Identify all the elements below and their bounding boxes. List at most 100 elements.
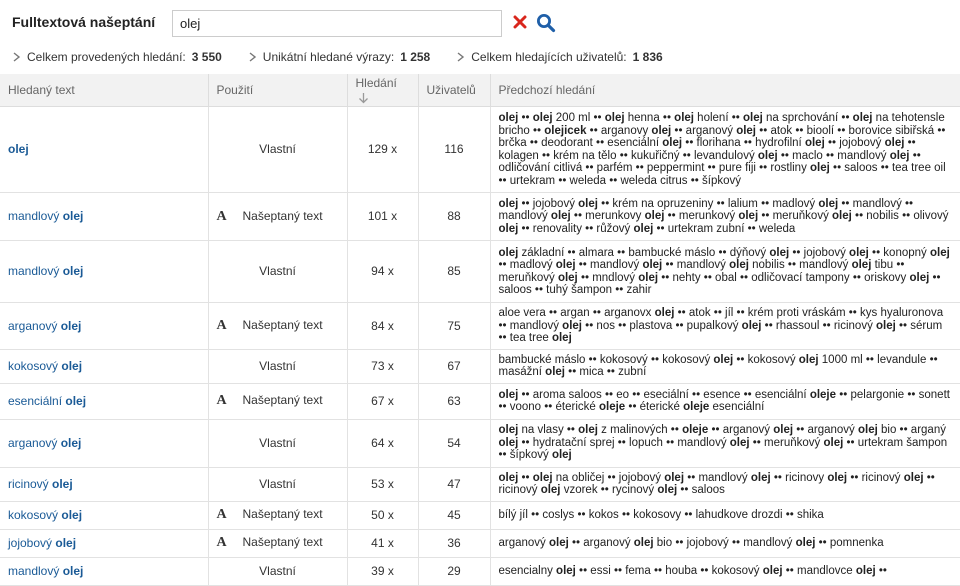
- previous-search-match: olej: [909, 271, 930, 284]
- table-row[interactable]: ricinový olej Vlastní 53 x 47 olej •• olej n…: [0, 467, 960, 502]
- clear-search-icon[interactable]: [513, 15, 527, 29]
- search-text-prefix: arganový: [8, 435, 61, 450]
- search-text-cell[interactable]: mandlový olej: [0, 192, 209, 241]
- table-row[interactable]: olej Vlastní 129 x 116 olej •• olej 200 ml •…: [0, 106, 960, 193]
- previous-search-match: olej: [498, 471, 519, 484]
- previous-search-match: olej: [798, 353, 819, 366]
- search-text-prefix: ricinový: [8, 476, 53, 491]
- search-text-cell[interactable]: jojobový olej: [0, 529, 209, 558]
- search-text-prefix: kokosový: [8, 507, 62, 522]
- user-count-cell: 45: [418, 501, 491, 530]
- table-row[interactable]: jojobový olej A Našeptaný text 41 x 36 argano…: [0, 529, 960, 558]
- previous-search-text: •• jojobový: [518, 197, 579, 210]
- previous-search-text: •• mndlový: [577, 271, 639, 284]
- previous-search-text: •• kokosový: [733, 353, 799, 366]
- previous-search-text: •• mandlový: [575, 259, 643, 271]
- sort-desc-icon: [358, 92, 368, 104]
- previous-search-text: •• meruňkový: [749, 436, 824, 449]
- search-text-cell[interactable]: kokosový olej: [0, 349, 209, 384]
- search-text-prefix: mandlový: [8, 563, 63, 578]
- search-text-match: olej: [65, 393, 87, 408]
- search-input[interactable]: [172, 10, 502, 37]
- column-header-use[interactable]: Použití: [208, 74, 348, 107]
- previous-search-text: •• mandlový: [684, 471, 751, 484]
- usage-cell: A Našeptaný text: [208, 383, 348, 420]
- search-text-cell[interactable]: mandlový olej: [0, 240, 209, 303]
- previous-search-match: olej: [762, 564, 783, 577]
- previous-search-match: olej: [498, 388, 519, 401]
- previous-search-match: olej: [550, 210, 571, 223]
- header: Fulltextová našeptání Celkem provedených…: [0, 0, 960, 72]
- column-header-users[interactable]: Uživatelů: [418, 74, 491, 107]
- usage-cell: A Našeptaný text: [208, 192, 348, 241]
- column-header-count-label: Hledání: [355, 76, 397, 90]
- usage-cell: Vlastní: [208, 349, 348, 384]
- stat-label: Unikátní hledané výrazy:: [262, 50, 395, 64]
- search-count-cell: 67 x: [347, 383, 419, 420]
- previous-search-match: olej: [532, 112, 553, 124]
- table-row[interactable]: mandlový olej Vlastní 94 x 85 olej základní …: [0, 240, 960, 303]
- chevron-right-icon: [457, 52, 465, 62]
- previous-search-match: olej: [849, 246, 869, 259]
- search-count-cell: 41 x: [347, 529, 419, 558]
- previous-search-text: •• nehty •• obal •• odličovací tampony •…: [658, 271, 910, 284]
- previous-search-text: •• arganový: [708, 424, 774, 437]
- column-header-text[interactable]: Hledaný text: [0, 74, 209, 107]
- table-row[interactable]: kokosový olej Vlastní 73 x 67 bambucké máslo…: [0, 349, 960, 384]
- usage-cell: A Našeptaný text: [208, 501, 348, 530]
- search-count-cell: 101 x: [347, 192, 419, 241]
- table-row[interactable]: arganový olej Vlastní 64 x 54 olej na vlasy …: [0, 419, 960, 468]
- search-text-cell[interactable]: esenciální olej: [0, 383, 209, 420]
- previous-search-match: olej: [657, 484, 678, 496]
- table-row[interactable]: esenciální olej A Našeptaný text 67 x 63 olej…: [0, 383, 960, 420]
- search-text-cell[interactable]: kokosový olej: [0, 501, 209, 530]
- search-icon[interactable]: [536, 13, 556, 33]
- previous-search-text: 200 ml ••: [552, 112, 605, 124]
- previous-search-text: bio •• arganý: [877, 424, 946, 437]
- table-row[interactable]: mandlový olej A Našeptaný text 101 x 88 olej …: [0, 192, 960, 241]
- previous-search-text: •• essi •• fema •• houba •• kokosový: [575, 564, 763, 577]
- previous-search-text: •• merunkovy: [570, 210, 645, 223]
- previous-searches-cell: aloe vera •• argan •• arganovx olej •• a…: [490, 302, 960, 350]
- previous-search-text: •• urtekram zubní •• weleda: [653, 222, 796, 235]
- previous-search-text: z malinových ••: [597, 424, 683, 437]
- search-text-cell[interactable]: arganový olej: [0, 302, 209, 350]
- search-text-cell[interactable]: mandlový olej: [0, 557, 209, 586]
- usage-cell: Vlastní: [208, 106, 348, 193]
- search-text-cell[interactable]: ricinový olej: [0, 467, 209, 502]
- stats-bar: Celkem provedených hledání: 3 550 Unikát…: [12, 48, 663, 66]
- previous-search-text: na sprchování ••: [762, 112, 853, 124]
- previous-searches-cell: olej na vlasy •• olej z malinových •• ol…: [490, 419, 960, 468]
- previous-searches-cell: olej •• olej na obličej •• jojobový olej…: [490, 467, 960, 502]
- previous-search-match: olej: [555, 259, 576, 271]
- column-header-count[interactable]: Hledání: [347, 74, 419, 107]
- previous-search-match: olej: [664, 471, 685, 484]
- search-text-prefix: esenciální: [8, 393, 66, 408]
- previous-search-text: aloe vera •• argan •• arganovx: [498, 307, 655, 319]
- previous-search-match: olej: [903, 471, 924, 484]
- previous-searches-cell: olej •• jojobový olej •• krém na opruzen…: [490, 192, 960, 241]
- previous-search-match: olej: [654, 307, 675, 319]
- previous-search-text: bambucké máslo •• kokosový •• kokosový: [498, 353, 714, 366]
- search-text-prefix: jojobový: [8, 535, 56, 550]
- search-text-cell[interactable]: arganový olej: [0, 419, 209, 468]
- usage-cell: Vlastní: [208, 419, 348, 468]
- previous-search-text: •• mandlový: [662, 259, 730, 271]
- column-header-previous[interactable]: Předchozí hledání: [490, 74, 960, 107]
- stat-label: Celkem provedených hledání:: [27, 50, 186, 64]
- autocomplete-text-icon: A: [216, 318, 227, 333]
- table-row[interactable]: mandlový olej Vlastní 39 x 29 esencialny ole…: [0, 557, 960, 586]
- previous-search-match: olej: [545, 366, 565, 378]
- table-row[interactable]: kokosový olej A Našeptaný text 50 x 45 bílý j…: [0, 501, 960, 530]
- user-count-cell: 116: [418, 106, 491, 193]
- search-text-cell[interactable]: olej: [0, 106, 209, 193]
- table-row[interactable]: arganový olej A Našeptaný text 84 x 75 aloe v…: [0, 302, 960, 350]
- previous-searches-cell: olej •• olej 200 ml •• olej henna •• ole…: [490, 106, 960, 193]
- previous-search-text: nobilis •• mandlový: [748, 259, 852, 271]
- previous-search-text: •• meruňkový: [758, 210, 833, 223]
- search-text-match: olej: [52, 476, 73, 491]
- previous-search-match: olej: [638, 271, 659, 284]
- previous-search-match: olej: [729, 259, 749, 271]
- previous-search-match: oleje: [809, 388, 837, 401]
- previous-search-match: olej: [498, 112, 519, 124]
